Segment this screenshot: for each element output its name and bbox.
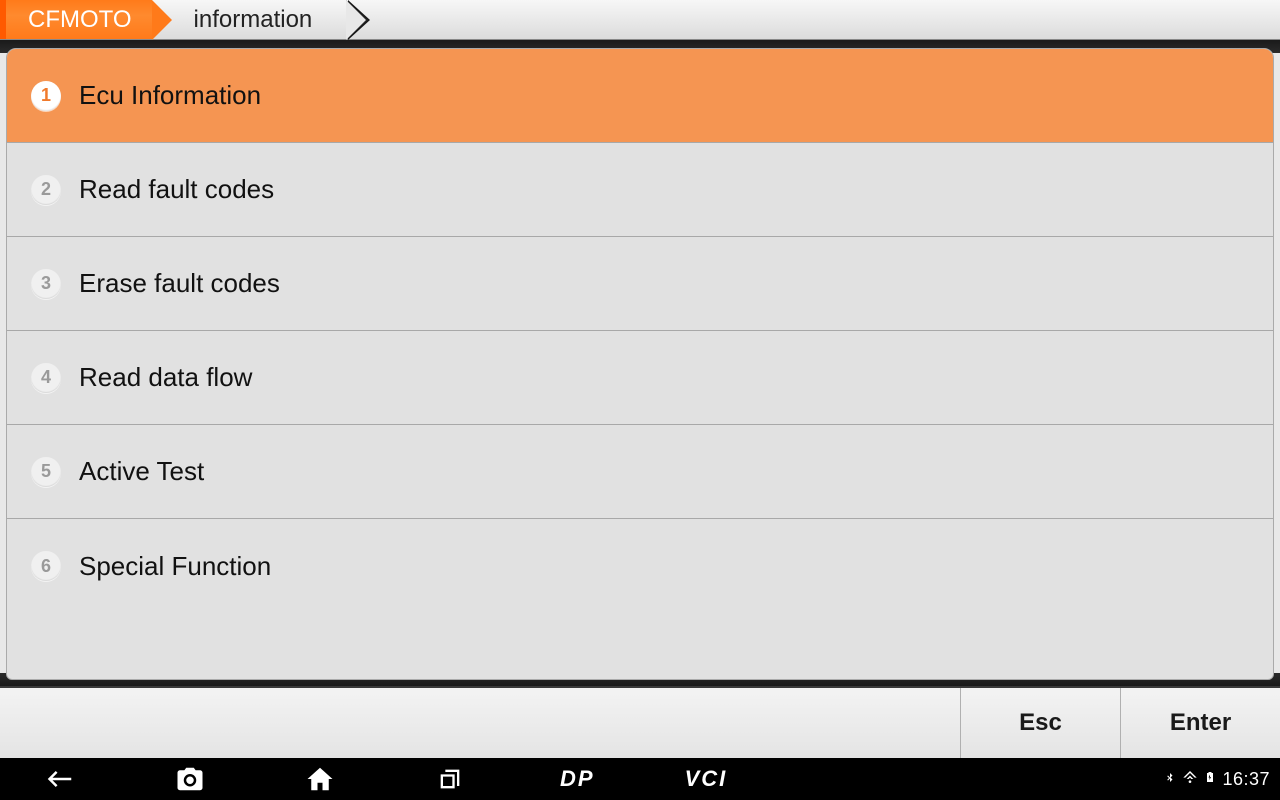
breadcrumb: CFMOTO information: [0, 0, 1280, 40]
menu-item-label: Ecu Information: [79, 80, 261, 111]
status-time: 16:37: [1222, 769, 1270, 790]
menu-item-number: 1: [31, 81, 61, 111]
menu-item-ecu-information[interactable]: 1 Ecu Information: [7, 49, 1273, 143]
menu-item-read-data-flow[interactable]: 4 Read data flow: [7, 331, 1273, 425]
menu-item-label: Special Function: [79, 551, 271, 582]
enter-button[interactable]: Enter: [1120, 688, 1280, 758]
menu-item-special-function[interactable]: 6 Special Function: [7, 519, 1273, 613]
esc-button[interactable]: Esc: [960, 688, 1120, 758]
menu-item-label: Read fault codes: [79, 174, 274, 205]
enter-button-label: Enter: [1170, 709, 1231, 737]
wifi-icon: [1182, 769, 1198, 790]
chevron-right-icon: [346, 0, 366, 40]
recent-apps-icon[interactable]: [430, 759, 470, 799]
menu-item-number: 3: [31, 269, 61, 299]
menu-item-read-fault-codes[interactable]: 2 Read fault codes: [7, 143, 1273, 237]
breadcrumb-current[interactable]: information: [152, 0, 347, 39]
camera-icon[interactable]: [170, 759, 210, 799]
menu-item-number: 5: [31, 457, 61, 487]
breadcrumb-root-label: CFMOTO: [28, 6, 132, 34]
sys-status-right: 16:37: [1164, 769, 1270, 790]
menu-item-label: Read data flow: [79, 362, 252, 393]
menu-item-label: Active Test: [79, 456, 204, 487]
menu-list: 1 Ecu Information 2 Read fault codes 3 E…: [6, 48, 1274, 680]
breadcrumb-current-label: information: [194, 6, 313, 34]
home-icon[interactable]: [300, 759, 340, 799]
system-nav-bar: DP VCI 16:37: [0, 758, 1280, 800]
main-panel-wrap: 1 Ecu Information 2 Read fault codes 3 E…: [0, 40, 1280, 686]
breadcrumb-root[interactable]: CFMOTO: [0, 0, 152, 39]
action-bar: Esc Enter: [0, 686, 1280, 758]
menu-item-number: 4: [31, 363, 61, 393]
menu-item-label: Erase fault codes: [79, 268, 280, 299]
dp-logo[interactable]: DP: [560, 766, 595, 792]
vci-logo[interactable]: VCI: [685, 766, 728, 792]
menu-item-number: 6: [31, 551, 61, 581]
menu-item-active-test[interactable]: 5 Active Test: [7, 425, 1273, 519]
back-icon[interactable]: [40, 759, 80, 799]
battery-charging-icon: [1204, 769, 1216, 790]
bluetooth-icon: [1164, 772, 1176, 787]
menu-item-erase-fault-codes[interactable]: 3 Erase fault codes: [7, 237, 1273, 331]
menu-item-number: 2: [31, 175, 61, 205]
sys-nav-left: DP VCI: [40, 759, 727, 799]
esc-button-label: Esc: [1019, 709, 1062, 737]
